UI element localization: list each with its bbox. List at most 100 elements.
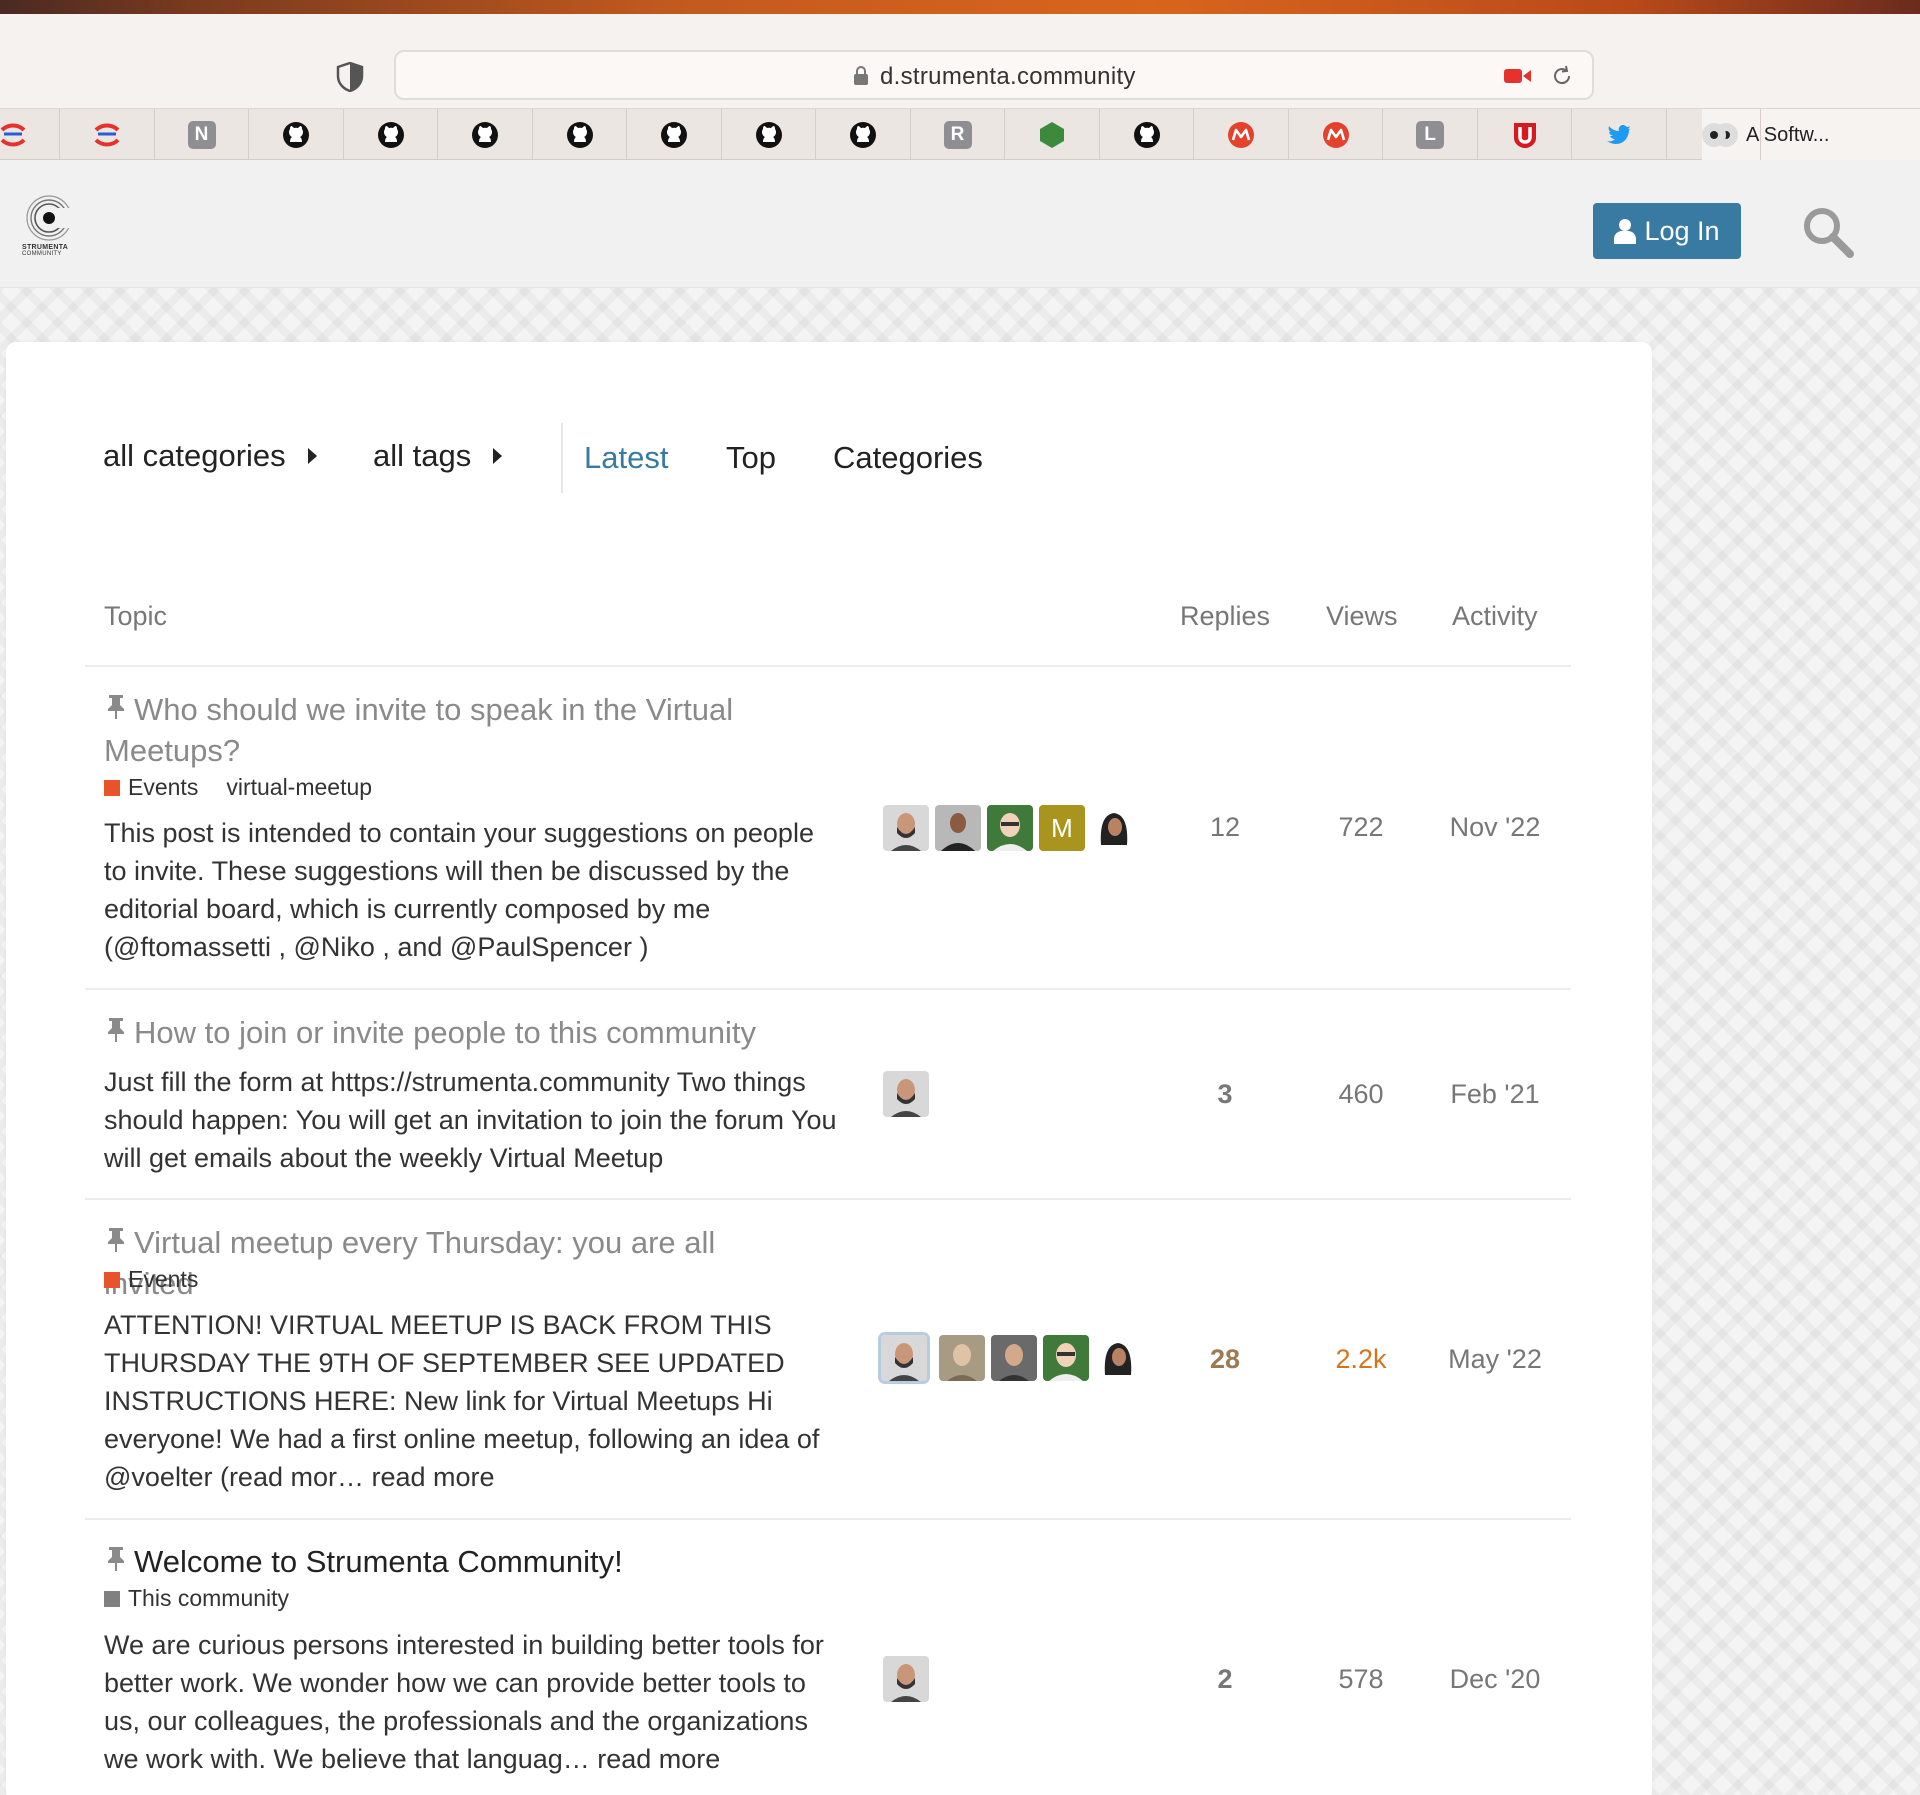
bookmark-tab[interactable]: [250, 109, 344, 161]
column-header-views[interactable]: Views: [1326, 601, 1398, 632]
nav-divider: [561, 423, 563, 493]
n-letter-icon: N: [187, 120, 217, 150]
poster-avatars: [881, 1335, 1141, 1381]
category-link[interactable]: Events: [128, 1266, 198, 1293]
bookmark-tab[interactable]: [722, 109, 816, 161]
hexagon-icon: [1037, 120, 1067, 150]
activity-date[interactable]: Dec '20: [1435, 1664, 1555, 1695]
topic-title-link[interactable]: Welcome to Strumenta Community!: [104, 1541, 784, 1582]
avatar[interactable]: [935, 805, 981, 851]
avatar[interactable]: [883, 805, 929, 851]
column-header-activity[interactable]: Activity: [1452, 601, 1538, 632]
avatar[interactable]: [991, 1335, 1037, 1381]
views-count: 2.2k: [1335, 1344, 1387, 1374]
meetup-icon: [1226, 120, 1256, 150]
categories-dropdown[interactable]: all categories: [103, 438, 317, 474]
bookmark-tab[interactable]: [1478, 109, 1572, 161]
tab-latest[interactable]: Latest: [584, 440, 668, 476]
avatar[interactable]: M: [1039, 805, 1085, 851]
topic-meta: Events: [104, 1266, 198, 1293]
github-icon: [565, 120, 595, 150]
tags-dropdown[interactable]: all tags: [373, 438, 503, 474]
replies-count[interactable]: 3: [1165, 1079, 1285, 1110]
activity-date[interactable]: May '22: [1435, 1344, 1555, 1375]
topic-excerpt: ATTENTION! VIRTUAL MEETUP IS BACK FROM T…: [104, 1310, 820, 1492]
github-icon: [281, 120, 311, 150]
views-count: 578: [1338, 1664, 1384, 1694]
topic-title-link[interactable]: How to join or invite people to this com…: [104, 1012, 784, 1053]
bookmark-tab[interactable]: N: [155, 109, 249, 161]
replies-count[interactable]: 2: [1165, 1664, 1285, 1695]
mastodon-icon: [0, 120, 28, 150]
r-letter-icon: R: [943, 120, 973, 150]
bookmark-tab[interactable]: [0, 109, 60, 161]
bookmark-tab[interactable]: [1289, 109, 1383, 161]
bookmark-tab[interactable]: [1195, 109, 1289, 161]
caret-right-icon: [493, 448, 503, 464]
avatar[interactable]: [1091, 805, 1137, 851]
strumenta-icon: [1699, 120, 1729, 150]
views-count: 722: [1338, 812, 1384, 842]
reload-icon[interactable]: [1550, 64, 1574, 88]
github-icon: [848, 120, 878, 150]
category-link[interactable]: Events: [128, 774, 198, 801]
topic-title-link[interactable]: Virtual meetup every Thursday: you are a…: [104, 1222, 784, 1304]
u-shield-icon: [1510, 120, 1540, 150]
poster-avatars: [883, 1071, 929, 1117]
bookmark-tab[interactable]: R: [911, 109, 1005, 161]
github-icon: [754, 120, 784, 150]
tab-categories[interactable]: Categories: [833, 440, 983, 476]
url-text: d.strumenta.community: [880, 63, 1136, 90]
avatar[interactable]: [883, 1071, 929, 1117]
avatar[interactable]: [1095, 1335, 1141, 1381]
twitter-icon: [1604, 120, 1634, 150]
column-header-topic[interactable]: Topic: [104, 601, 167, 632]
category-link[interactable]: This community: [128, 1585, 289, 1612]
window-top-strip: [0, 0, 1920, 14]
lock-icon: [854, 66, 868, 85]
header-divider: [85, 665, 1571, 667]
github-icon: [659, 120, 689, 150]
topic-meta: This community: [104, 1585, 289, 1612]
replies-count[interactable]: 28: [1165, 1344, 1285, 1375]
poster-avatars: M: [883, 805, 1137, 851]
bookmark-tab[interactable]: [344, 109, 438, 161]
activity-date[interactable]: Nov '22: [1435, 812, 1555, 843]
column-header-replies[interactable]: Replies: [1180, 601, 1270, 632]
l-letter-icon: L: [1415, 120, 1445, 150]
topic-title-link[interactable]: Who should we invite to speak in the Vir…: [104, 689, 784, 771]
topic-excerpt: We are curious persons interested in bui…: [104, 1630, 824, 1774]
bookmark-tab[interactable]: [1100, 109, 1194, 161]
tag-link[interactable]: virtual-meetup: [226, 774, 372, 801]
bookmark-tab[interactable]: [817, 109, 911, 161]
address-bar[interactable]: d.strumenta.community: [394, 50, 1594, 100]
site-header: STRUMENTA COMMUNITY Log In: [0, 160, 1920, 288]
bookmark-tab[interactable]: [439, 109, 533, 161]
topic-excerpt: This post is intended to contain your su…: [104, 818, 814, 962]
row-divider: [85, 1198, 1571, 1200]
browser-toolbar: d.strumenta.community: [0, 14, 1920, 108]
avatar[interactable]: [1043, 1335, 1089, 1381]
bookmark-tab[interactable]: [1667, 109, 1761, 161]
bookmark-tab[interactable]: [61, 109, 155, 161]
avatar[interactable]: [987, 805, 1033, 851]
topic-meta: Events virtual-meetup: [104, 774, 372, 801]
replies-count[interactable]: 12: [1165, 812, 1285, 843]
avatar[interactable]: [883, 1656, 929, 1702]
activity-date[interactable]: Feb '21: [1435, 1079, 1555, 1110]
tab-top[interactable]: Top: [726, 440, 776, 476]
login-button[interactable]: Log In: [1593, 203, 1741, 259]
category-badge-square: [104, 779, 120, 796]
topic-excerpt: Just fill the form at https://strumenta.…: [104, 1067, 837, 1173]
shield-icon[interactable]: [336, 62, 364, 92]
github-icon: [376, 120, 406, 150]
bookmark-tab[interactable]: [1573, 109, 1667, 161]
bookmark-tab[interactable]: [1006, 109, 1100, 161]
bookmark-tab[interactable]: L: [1384, 109, 1478, 161]
bookmark-tab[interactable]: [628, 109, 722, 161]
bookmark-tab[interactable]: [533, 109, 627, 161]
avatar[interactable]: [939, 1335, 985, 1381]
avatar[interactable]: [881, 1335, 927, 1381]
camera-icon[interactable]: [1504, 67, 1532, 85]
search-icon[interactable]: [1800, 204, 1856, 260]
